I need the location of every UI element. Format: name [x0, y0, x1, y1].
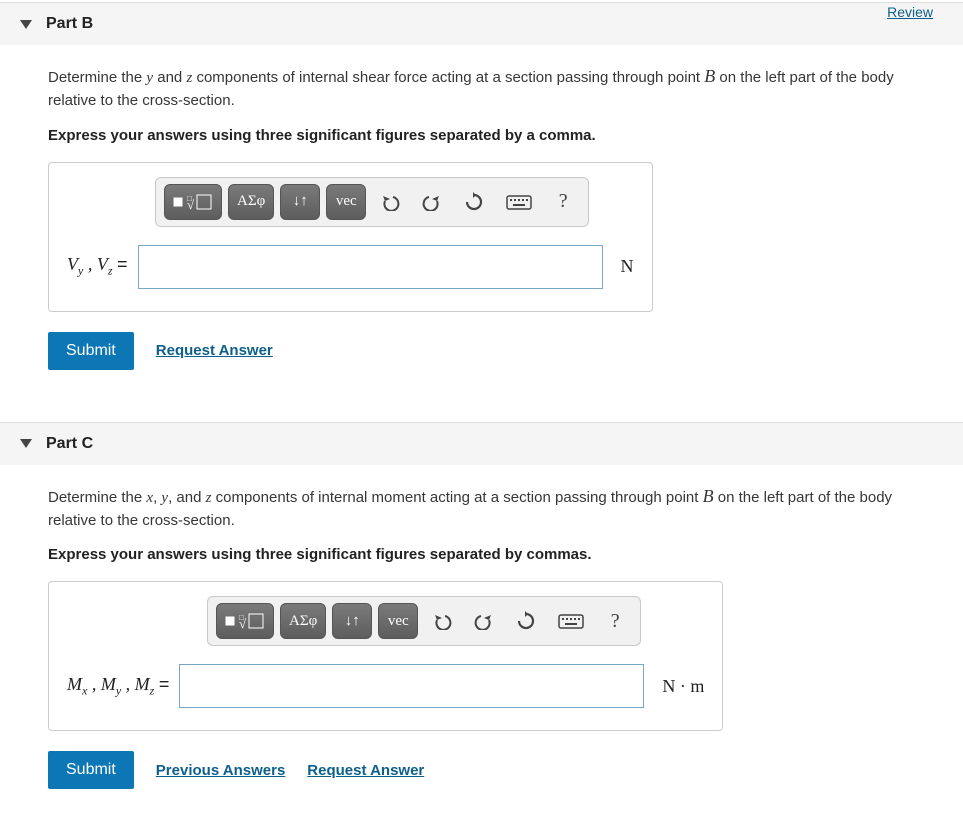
part-b-body: Determine the y and z components of inte…: [0, 45, 963, 396]
redo-button[interactable]: [466, 603, 502, 639]
part-b-answer-input[interactable]: [138, 245, 603, 289]
sub-super-button[interactable]: ↓↑: [280, 184, 320, 220]
part-b-title: Part B: [46, 15, 93, 33]
reset-button[interactable]: [456, 184, 492, 220]
part-c-submit-button[interactable]: Submit: [48, 751, 134, 789]
part-c-answer-box: □ √ ΑΣφ ↓↑ vec ? Mx , My , Mz: [48, 581, 723, 731]
undo-button[interactable]: [372, 184, 408, 220]
part-c-lhs: Mx , My , Mz =: [67, 674, 169, 699]
part-b-header[interactable]: Part B: [0, 2, 963, 45]
undo-button[interactable]: [424, 603, 460, 639]
help-button[interactable]: ?: [598, 603, 632, 639]
vec-button[interactable]: vec: [378, 603, 418, 639]
equation-toolbar: □ √ ΑΣφ ↓↑ vec ?: [207, 596, 641, 646]
keyboard-button[interactable]: [498, 184, 540, 220]
part-b-instruction: Express your answers using three signifi…: [48, 127, 915, 144]
caret-down-icon: [20, 20, 32, 29]
part-c-request-answer-link[interactable]: Request Answer: [307, 762, 424, 779]
keyboard-button[interactable]: [550, 603, 592, 639]
greek-symbols-button[interactable]: ΑΣφ: [280, 603, 326, 639]
part-c-body: Determine the x, y, and z components of …: [0, 465, 963, 815]
part-c-header[interactable]: Part C: [0, 422, 963, 465]
equation-toolbar: □ √ ΑΣφ ↓↑ vec ?: [155, 177, 589, 227]
help-button[interactable]: ?: [546, 184, 580, 220]
part-b-prompt: Determine the y and z components of inte…: [48, 63, 915, 113]
svg-text:√: √: [187, 197, 195, 212]
part-b-request-answer-link[interactable]: Request Answer: [156, 342, 273, 359]
part-b-submit-button[interactable]: Submit: [48, 332, 134, 370]
part-c-instruction: Express your answers using three signifi…: [48, 546, 915, 563]
sub-super-button[interactable]: ↓↑: [332, 603, 372, 639]
part-b-answer-box: □ √ ΑΣφ ↓↑ vec ? Vy: [48, 162, 653, 312]
template-palette-button[interactable]: □ √: [216, 603, 274, 639]
part-c-title: Part C: [46, 435, 93, 453]
part-c-answer-input[interactable]: [179, 664, 644, 708]
svg-text:√: √: [239, 616, 247, 631]
part-c-unit: N · m: [662, 676, 704, 697]
part-c-prompt: Determine the x, y, and z components of …: [48, 483, 915, 533]
reset-button[interactable]: [508, 603, 544, 639]
part-c-previous-answers-link[interactable]: Previous Answers: [156, 762, 286, 779]
part-b-lhs: Vy , Vz =: [67, 254, 128, 279]
review-link[interactable]: Review: [887, 4, 933, 20]
redo-button[interactable]: [414, 184, 450, 220]
caret-down-icon: [20, 439, 32, 448]
template-palette-button[interactable]: □ √: [164, 184, 222, 220]
vec-button[interactable]: vec: [326, 184, 366, 220]
part-b-unit: N: [621, 256, 634, 277]
greek-symbols-button[interactable]: ΑΣφ: [228, 184, 274, 220]
